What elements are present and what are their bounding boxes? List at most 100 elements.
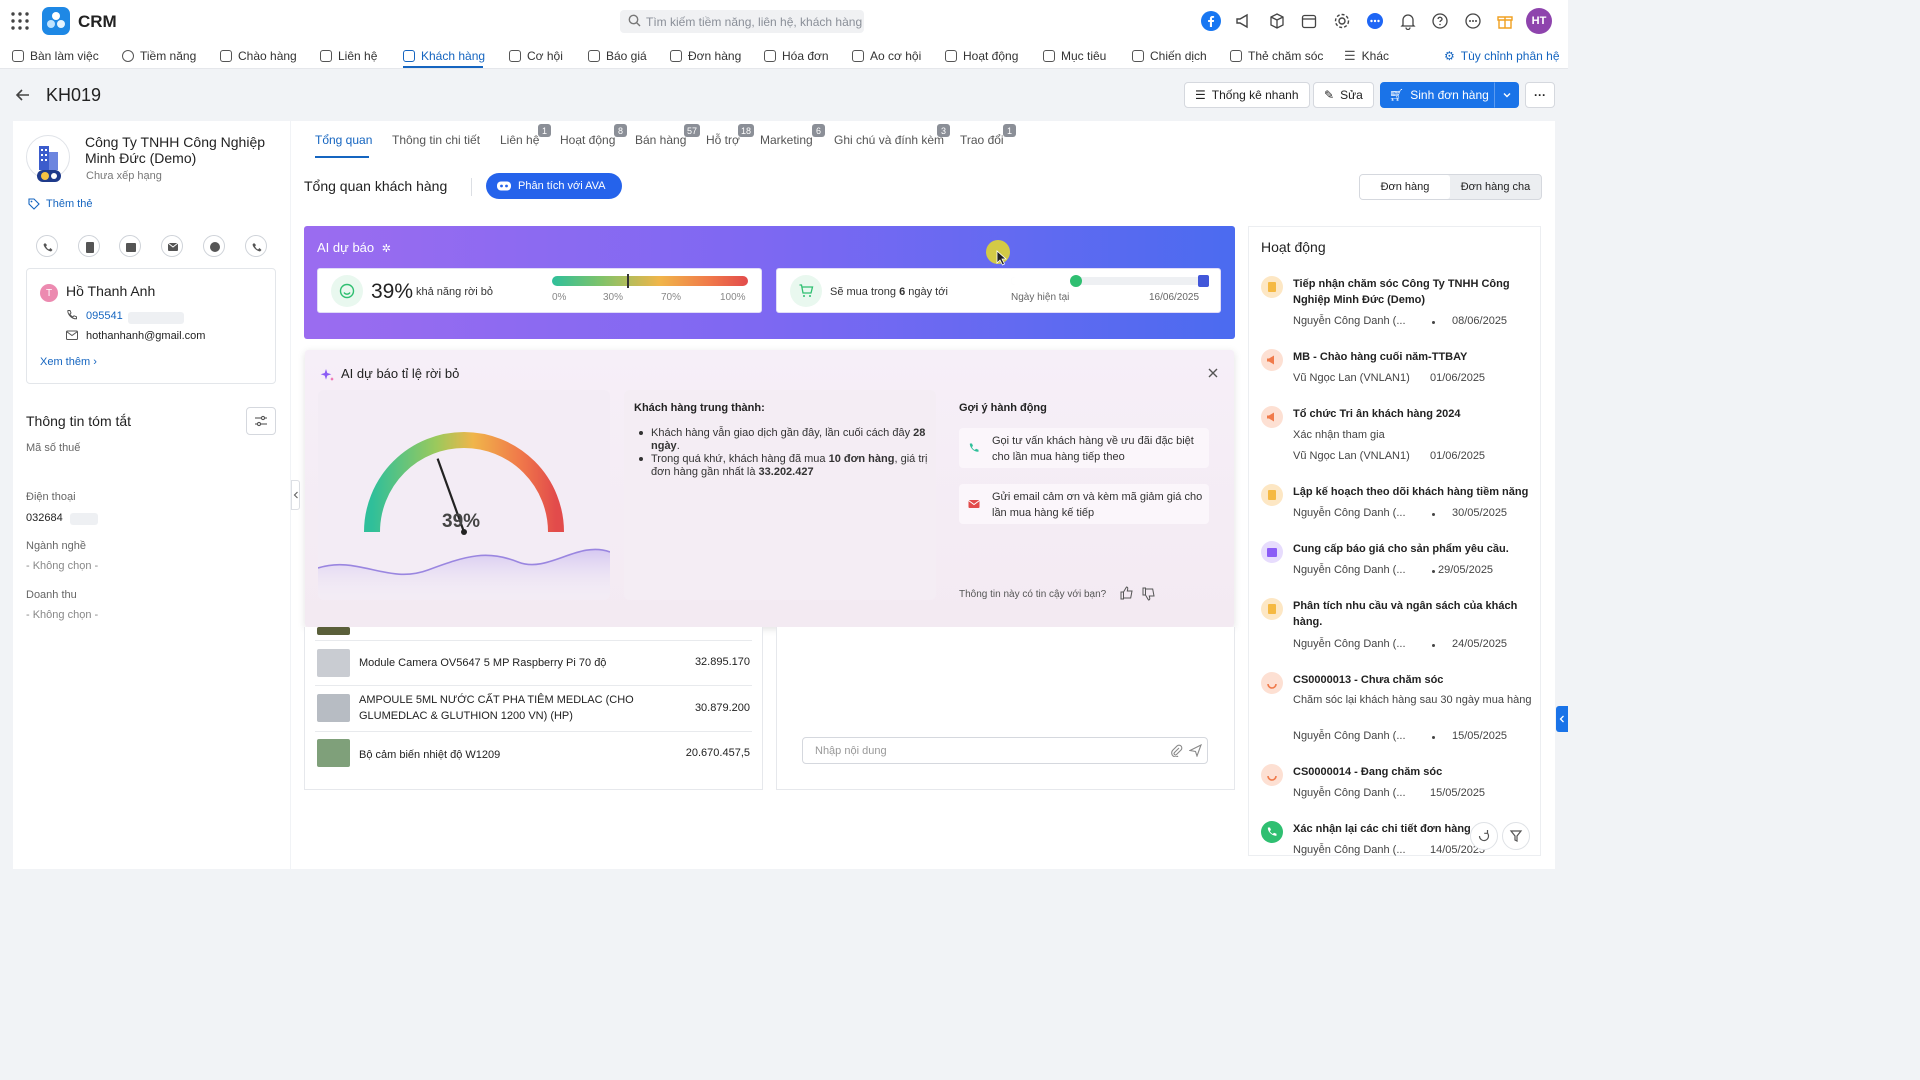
nav-muc-tieu[interactable]: Mục tiêu [1043,46,1106,66]
contact-avatar: T [40,284,58,302]
nav-tiem-nang[interactable]: Tiềm năng [122,46,196,66]
nav-lien-he[interactable]: Liên hệ [320,46,377,66]
tab-details[interactable]: Thông tin chi tiết [392,133,480,147]
create-order-dropdown[interactable] [1494,82,1519,108]
contact-phone[interactable]: 095541 [86,310,123,322]
phone-icon [43,243,53,252]
megaphone-icon[interactable] [1233,10,1255,32]
summary-settings-button[interactable] [246,407,276,435]
phone-icon [968,442,980,454]
activity-item-title[interactable]: Cung cấp báo giá cho sản phẩm yêu cầu. [1293,541,1533,557]
activity-item-date: 15/05/2025 [1452,730,1508,742]
back-arrow-icon[interactable] [14,86,32,104]
tab-support[interactable]: Hỗ trợ [706,133,740,147]
tab-activities[interactable]: Hoạt động [560,133,615,147]
thumbs-up-icon[interactable] [1119,585,1135,601]
industry-label: Ngành nghề [26,540,86,552]
tag-icon [28,198,40,210]
activity-item-title[interactable]: Tiếp nhận chăm sóc Công Ty TNHH Công Ngh… [1293,276,1533,308]
product-name[interactable]: Module Camera OV5647 5 MP Raspberry Pi 7… [359,655,659,671]
box-icon[interactable] [1266,10,1288,32]
toggle-orders[interactable]: Đơn hàng [1360,175,1450,199]
message-action[interactable] [203,235,225,257]
gift-icon[interactable] [1494,10,1516,32]
more-circle-icon[interactable] [1462,10,1484,32]
ai-forecast-title: AI dự báo ✲ [317,240,391,255]
activity-item-title[interactable]: MB - Chào hàng cuối năm-TTBAY [1293,349,1533,365]
nav-chien-dich[interactable]: Chiến dịch [1132,46,1207,66]
activity-item-title[interactable]: Lập kế hoạch theo dõi khách hàng tiềm nă… [1293,484,1533,500]
nav-the-cham-soc[interactable]: Thẻ chăm sóc [1230,46,1323,66]
activity-item-title[interactable]: Tổ chức Tri ân khách hàng 2024 [1293,406,1533,422]
today-label: Ngày hiện tại [1011,292,1070,303]
email-action[interactable] [161,235,183,257]
side-panel-toggle[interactable] [1556,706,1568,732]
trust-question: Thông tin này có tin cậy với bạn? [959,589,1107,600]
refresh-icon [1478,830,1490,842]
contact-email[interactable]: hothanhanh@gmail.com [86,330,205,342]
tab-marketing[interactable]: Marketing [760,133,813,147]
more-actions-button[interactable]: ··· [1525,82,1555,108]
smile-icon [331,275,363,307]
chat-icon[interactable] [1364,10,1386,32]
thumbs-down-icon[interactable] [1141,586,1157,602]
tab-badge: 3 [937,124,950,137]
facebook-icon[interactable] [1200,10,1222,32]
filter-button[interactable] [1502,822,1530,850]
tab-notes[interactable]: Ghi chú và đính kèm [834,133,944,147]
settings-icon[interactable] [1331,10,1353,32]
crm-logo[interactable] [42,7,70,35]
nav-customize[interactable]: ⚙ Tùy chỉnh phân hệ [1444,46,1560,66]
cart-icon: 🛒︎ [1389,88,1405,102]
activity-item-title[interactable]: CS0000013 - Chưa chăm sóc [1293,672,1533,688]
purchase-forecast: Sẽ mua trong 6 ngày tới [830,286,948,298]
help-icon[interactable] [1429,10,1451,32]
attachment-icon[interactable] [1170,744,1183,757]
activity-item-title[interactable]: CS0000014 - Đang chăm sóc [1293,764,1533,780]
activity-item-subtitle: Chăm sóc lại khách hàng sau 30 ngày mua … [1293,694,1532,706]
nav-chao-hang[interactable]: Chào hàng [220,46,297,66]
add-tag-link[interactable]: Thêm thẻ [46,198,92,210]
nav-hoat-dong[interactable]: Hoạt động [945,46,1018,66]
task-action[interactable] [78,235,100,257]
nav-hoa-don[interactable]: Hóa đơn [764,46,829,66]
churn-tick: 100% [720,292,746,303]
send-icon[interactable] [1189,744,1202,757]
close-icon[interactable] [1206,366,1220,380]
message-icon [210,242,220,252]
nav-don-hang[interactable]: Đơn hàng [670,46,741,66]
bell-icon[interactable] [1397,10,1419,32]
edit-button[interactable]: ✎ Sửa [1313,82,1374,108]
contact-name[interactable]: Hồ Thanh Anh [66,283,155,299]
app-launcher-icon[interactable] [10,11,30,31]
product-name[interactable]: Bộ cảm biến nhiệt độ W1209 [359,747,659,763]
nav-ao-co-hoi[interactable]: Ao cơ hội [852,46,921,66]
tab-contacts[interactable]: Liên hệ [500,133,539,147]
event-action[interactable] [119,235,141,257]
product-name[interactable]: AMPOULE 5ML NƯỚC CẤT PHA TIÊM MEDLAC (CH… [359,692,659,724]
see-more-link[interactable]: Xem thêm › [40,356,97,368]
collapse-sidebar-handle[interactable] [291,480,300,510]
tab-badge: 8 [614,124,627,137]
loyalty-point: Trong quá khứ, khách hàng đã mua 10 đơn … [651,453,928,478]
voip-action[interactable] [245,235,267,257]
refresh-button[interactable] [1470,822,1498,850]
create-order-button[interactable]: 🛒︎ Sinh đơn hàng [1380,82,1502,108]
call-action[interactable] [36,235,58,257]
nav-khac[interactable]: ☰ Khác [1344,46,1389,66]
phone-icon [66,309,78,321]
toggle-parent-orders[interactable]: Đơn hàng cha [1450,175,1541,199]
nav-bao-gia[interactable]: Báo giá [588,46,647,66]
quick-stats-button[interactable]: ☰ Thống kê nhanh [1184,82,1310,108]
analyze-with-ava-button[interactable]: Phân tích với AVA [486,173,622,199]
nav-khach-hang[interactable]: Khách hàng [403,46,485,66]
activity-item-title[interactable]: Phân tích nhu cầu và ngân sách của khách… [1293,598,1533,630]
user-avatar[interactable]: HT [1526,8,1552,34]
table-row-divider [315,640,752,641]
nav-co-hoi[interactable]: Cơ hội [509,46,563,66]
nav-ban-lam-viec[interactable]: Bàn làm việc [12,46,99,66]
calendar-icon[interactable] [1298,10,1320,32]
tab-overview[interactable]: Tổng quan [315,133,372,147]
tab-sales[interactable]: Bán hàng [635,133,686,147]
tab-exchange[interactable]: Trao đổi [960,133,1004,147]
